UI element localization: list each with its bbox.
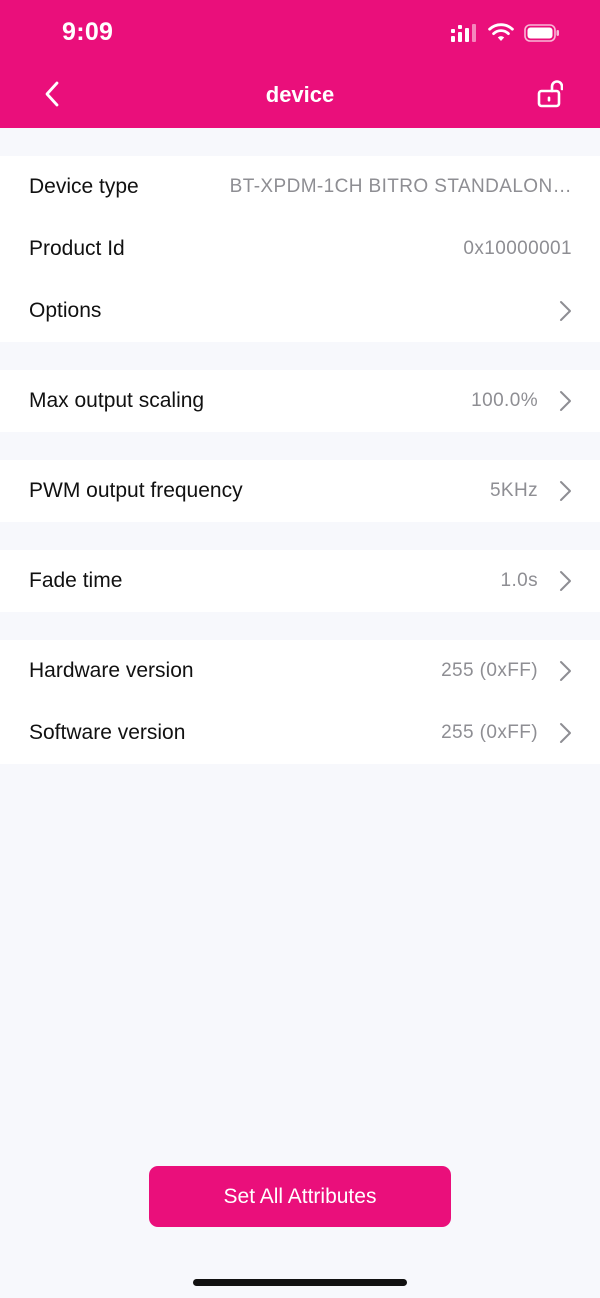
page-title: device: [265, 82, 335, 107]
row-value: 255 (0xFF): [441, 722, 538, 743]
row-label: Device type: [29, 175, 139, 198]
lock-button[interactable]: [534, 78, 566, 112]
app-header: 9:09 device: [0, 0, 600, 128]
product-id-row: Product Id 0x10000001: [0, 218, 600, 280]
software-version-row[interactable]: Software version 255 (0xFF): [0, 702, 600, 764]
fade-group: Fade time 1.0s: [0, 550, 600, 612]
status-time: 9:09: [62, 18, 114, 46]
version-group: Hardware version 255 (0xFF) Software ver…: [0, 640, 600, 764]
row-label: Software version: [29, 721, 186, 744]
row-label: Hardware version: [29, 659, 194, 682]
chevron-right-icon: [558, 570, 572, 592]
hardware-version-row[interactable]: Hardware version 255 (0xFF): [0, 640, 600, 702]
row-value: BT-XPDM-1CH BITRO STANDALON…: [229, 176, 572, 197]
set-all-attributes-button[interactable]: Set All Attributes: [149, 1166, 451, 1227]
pwm-group: PWM output frequency 5KHz: [0, 460, 600, 522]
unlocked-lock-icon: [537, 78, 564, 113]
max-output-group: Max output scaling 100.0%: [0, 370, 600, 432]
row-label: Options: [29, 299, 102, 322]
row-value: 100.0%: [471, 390, 538, 411]
row-value: 255 (0xFF): [441, 660, 538, 681]
device-type-row: Device type BT-XPDM-1CH BITRO STANDALON…: [0, 156, 600, 218]
fade-time-row[interactable]: Fade time 1.0s: [0, 550, 600, 612]
battery-icon: [524, 23, 560, 48]
row-label: Fade time: [29, 569, 123, 592]
row-label: Product Id: [29, 237, 125, 260]
row-value: 5KHz: [489, 480, 538, 501]
device-info-group: Device type BT-XPDM-1CH BITRO STANDALON……: [0, 156, 600, 342]
pwm-output-frequency-row[interactable]: PWM output frequency 5KHz: [0, 460, 600, 522]
home-indicator[interactable]: [193, 1279, 407, 1286]
chevron-right-icon: [558, 660, 572, 682]
chevron-right-icon: [558, 390, 572, 412]
max-output-scaling-row[interactable]: Max output scaling 100.0%: [0, 370, 600, 432]
status-icons: [450, 22, 560, 48]
row-label: Max output scaling: [29, 389, 205, 412]
chevron-right-icon: [558, 722, 572, 744]
row-label: PWM output frequency: [29, 479, 243, 502]
wifi-icon: [488, 22, 514, 48]
chevron-right-icon: [558, 300, 572, 322]
row-value: 1.0s: [500, 570, 538, 591]
cellular-signal-icon: [450, 23, 478, 48]
chevron-right-icon: [558, 480, 572, 502]
options-row[interactable]: Options: [0, 280, 600, 342]
row-value: 0x10000001: [463, 238, 572, 259]
